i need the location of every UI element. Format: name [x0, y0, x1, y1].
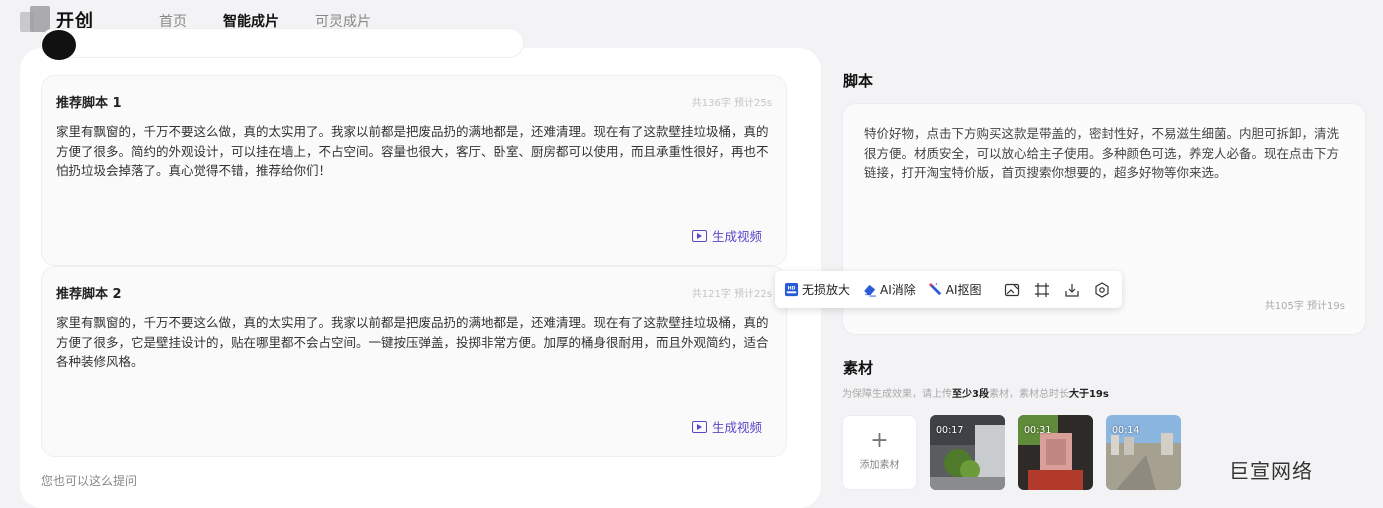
video-play-icon	[691, 420, 707, 433]
script-card-body: 家里有飘窗的，千万不要这么做，真的太实用了。我家以前都是把废品扔的满地都是，还难…	[56, 124, 769, 178]
settings-icon[interactable]	[1094, 281, 1110, 298]
script-card-1: 推荐脚本 1 共136字 预计25s 家里有飘窗的，千万不要这么做，真的太实用了…	[41, 75, 787, 266]
watermark: 巨宣网络	[1229, 459, 1313, 483]
video-play-icon	[691, 229, 707, 242]
plus-icon: +	[870, 428, 889, 453]
script-text[interactable]: 特价好物，点击下方购买这款是带盖的，密封性好，不易滋生细菌。内胆可拆卸，清洗很方…	[864, 124, 1346, 183]
materials-title: 素材	[843, 359, 874, 377]
crop-icon[interactable]	[1034, 282, 1050, 298]
download-icon[interactable]	[1064, 282, 1080, 298]
ai-erase-label: AI消除	[880, 283, 916, 297]
generate-video-label: 生成视频	[711, 229, 762, 244]
image-edit-icon[interactable]	[1004, 282, 1020, 298]
generate-video-label: 生成视频	[711, 420, 762, 435]
add-material-button[interactable]: + 添加素材	[842, 415, 917, 490]
thumb-duration: 00:14	[1112, 425, 1140, 436]
material-thumb[interactable]: 00:14	[1106, 415, 1181, 490]
script-card-2: 推荐脚本 2 共121字 预计22s 家里有飘窗的，千万不要这么做，真的太实用了…	[41, 266, 787, 457]
svg-text:HD: HD	[788, 286, 796, 292]
script-card-title: 推荐脚本 2	[56, 287, 122, 302]
image-toolbar: HD 无损放大 AI消除 AI抠图	[775, 271, 1122, 308]
prompt-text-faded	[90, 40, 510, 50]
eraser-icon	[863, 284, 877, 297]
thumb-duration: 00:17	[936, 425, 964, 436]
script-card-body: 家里有飘窗的，千万不要这么做，真的太实用了。我家以前都是把废品扔的满地都是，还难…	[56, 315, 769, 369]
generate-video-button[interactable]: 生成视频	[691, 226, 762, 245]
ai-cutout-label: AI抠图	[945, 283, 982, 297]
generate-video-button[interactable]: 生成视频	[691, 417, 762, 436]
script-card-title: 推荐脚本 1	[56, 96, 122, 111]
hd-upscale-label: 无损放大	[802, 283, 851, 297]
assistant-avatar	[42, 30, 76, 60]
script-section-title: 脚本	[843, 72, 874, 90]
add-material-label: 添加素材	[859, 460, 900, 471]
suggestion-hint: 您也可以这么提问	[41, 474, 138, 488]
thumb-duration: 00:31	[1024, 425, 1052, 436]
magic-wand-icon	[929, 283, 941, 296]
hd-upscale-button[interactable]: HD 无损放大	[784, 281, 850, 298]
ai-cutout-button[interactable]: AI抠图	[928, 281, 982, 298]
materials-subtitle: 为保障生成效果，请上传至少3段素材，素材总时长大于19s	[842, 389, 1109, 400]
hd-upscale-icon: HD	[784, 282, 799, 297]
script-card-meta: 共121字 预计22s	[691, 289, 772, 300]
script-card-meta: 共136字 预计25s	[691, 98, 772, 109]
ai-erase-button[interactable]: AI消除	[862, 281, 916, 298]
script-meta: 共105字 预计19s	[1264, 301, 1345, 312]
material-thumb[interactable]: 00:17	[930, 415, 1005, 490]
material-thumb[interactable]: 00:31	[1018, 415, 1093, 490]
